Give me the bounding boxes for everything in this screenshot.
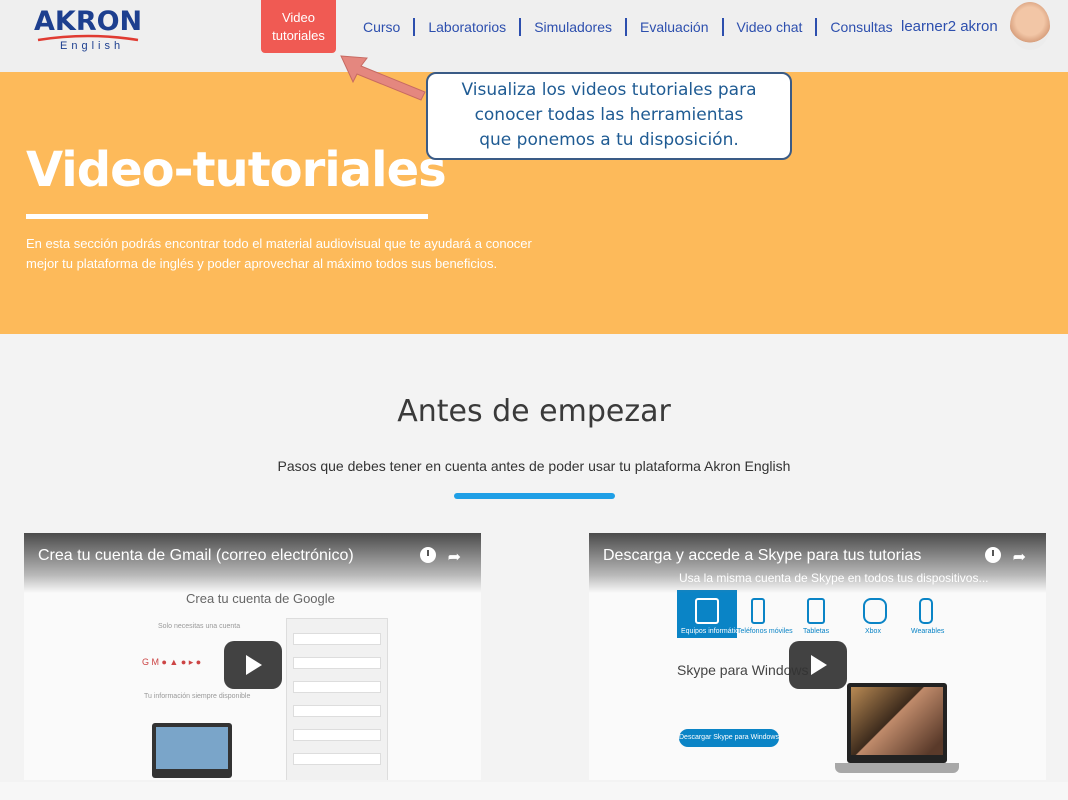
skype-category-label: Teléfonos móviles: [737, 628, 793, 635]
laptop-illustration: [847, 683, 947, 763]
nav-evaluacion[interactable]: Evaluación: [627, 18, 724, 36]
tablet-icon: [807, 598, 825, 624]
nav-consultas[interactable]: Consultas: [817, 18, 905, 36]
hero-divider: [26, 214, 428, 219]
section-title: Antes de empezar: [397, 394, 671, 429]
avatar[interactable]: [1010, 2, 1050, 50]
callout-arrow-icon: [340, 55, 426, 101]
video-content-heading: Crea tu cuenta de Google: [186, 591, 335, 606]
share-icon[interactable]: ➦: [448, 547, 461, 567]
video-actions: ➦: [419, 547, 461, 567]
play-button[interactable]: [789, 641, 847, 689]
callout-line-1: Visualiza los videos tutoriales para: [461, 80, 757, 100]
form-field: [293, 681, 381, 693]
nav-laboratorios[interactable]: Laboratorios: [415, 18, 522, 36]
page-title: Video-tutoriales: [26, 142, 447, 198]
video-title[interactable]: Crea tu cuenta de Gmail (correo electrón…: [38, 547, 354, 565]
form-field: [293, 633, 381, 645]
user-name[interactable]: learner2 akron: [901, 18, 998, 35]
nav-video-label-line2: tutoriales: [272, 28, 325, 43]
nav-curso[interactable]: Curso: [350, 18, 416, 36]
play-button[interactable]: [224, 641, 282, 689]
video-subtitle: Usa la misma cuenta de Skype en todos tu…: [679, 571, 989, 585]
video-title[interactable]: Descarga y accede a Skype para tus tutor…: [603, 547, 921, 565]
skype-category-label: Wearables: [911, 628, 945, 635]
callout-line-2: conocer todas las herramientas: [474, 105, 744, 125]
watch-later-icon[interactable]: [984, 547, 1001, 563]
logo-subtitle: English: [60, 40, 125, 52]
video-skype-tutorial[interactable]: Equipos informáticos Teléfonos móviles T…: [589, 533, 1046, 780]
nav-video-chat[interactable]: Video chat: [724, 18, 818, 36]
watch-later-icon[interactable]: [419, 547, 436, 563]
form-field: [293, 753, 381, 765]
nav-simuladores[interactable]: Simuladores: [521, 18, 628, 36]
tutorial-callout: Visualiza los videos tutoriales para con…: [426, 72, 792, 160]
video-actions: ➦: [984, 547, 1026, 567]
watch-icon: [919, 598, 933, 624]
hero-description: En esta sección podrás encontrar todo el…: [26, 236, 532, 271]
video-content-text: Solo necesitas una cuenta: [158, 623, 241, 630]
page-bottom-strip: [0, 782, 1068, 800]
video-gmail-tutorial[interactable]: Crea tu cuenta de Google Solo necesitas …: [24, 533, 481, 780]
devices-illustration: [152, 723, 232, 778]
section-subtitle: Pasos que debes tener en cuenta antes de…: [277, 458, 791, 474]
main-nav: Curso Laboratorios Simuladores Evaluació…: [350, 18, 906, 36]
nav-video-label-line1: Video: [281, 10, 315, 25]
skype-category-label: Xbox: [865, 628, 881, 635]
computer-icon: [695, 598, 719, 624]
share-icon[interactable]: ➦: [1013, 547, 1026, 567]
section-accent-bar: [454, 493, 615, 499]
xbox-icon: [863, 598, 887, 624]
logo-wordmark: AKRON: [34, 6, 143, 37]
form-field: [293, 657, 381, 669]
video-content-text: Tu información siempre disponible: [144, 693, 251, 700]
signup-form-preview: [286, 618, 388, 780]
top-navigation-bar: AKRON English Video tutoriales Curso Lab…: [0, 0, 1068, 72]
skype-category-label: Tabletas: [803, 628, 830, 635]
form-field: [293, 705, 381, 717]
akron-logo[interactable]: AKRON English: [34, 6, 143, 54]
callout-line-3: que ponemos a tu disposición.: [479, 130, 739, 150]
laptop-base: [835, 763, 959, 773]
download-skype-button-preview: Descargar Skype para Windows: [679, 729, 779, 747]
nav-video-tutoriales[interactable]: Video tutoriales: [261, 0, 336, 53]
phone-icon: [751, 598, 765, 624]
google-apps-icon: G M ● ▲ ● ▸ ●: [142, 657, 202, 667]
form-field: [293, 729, 381, 741]
